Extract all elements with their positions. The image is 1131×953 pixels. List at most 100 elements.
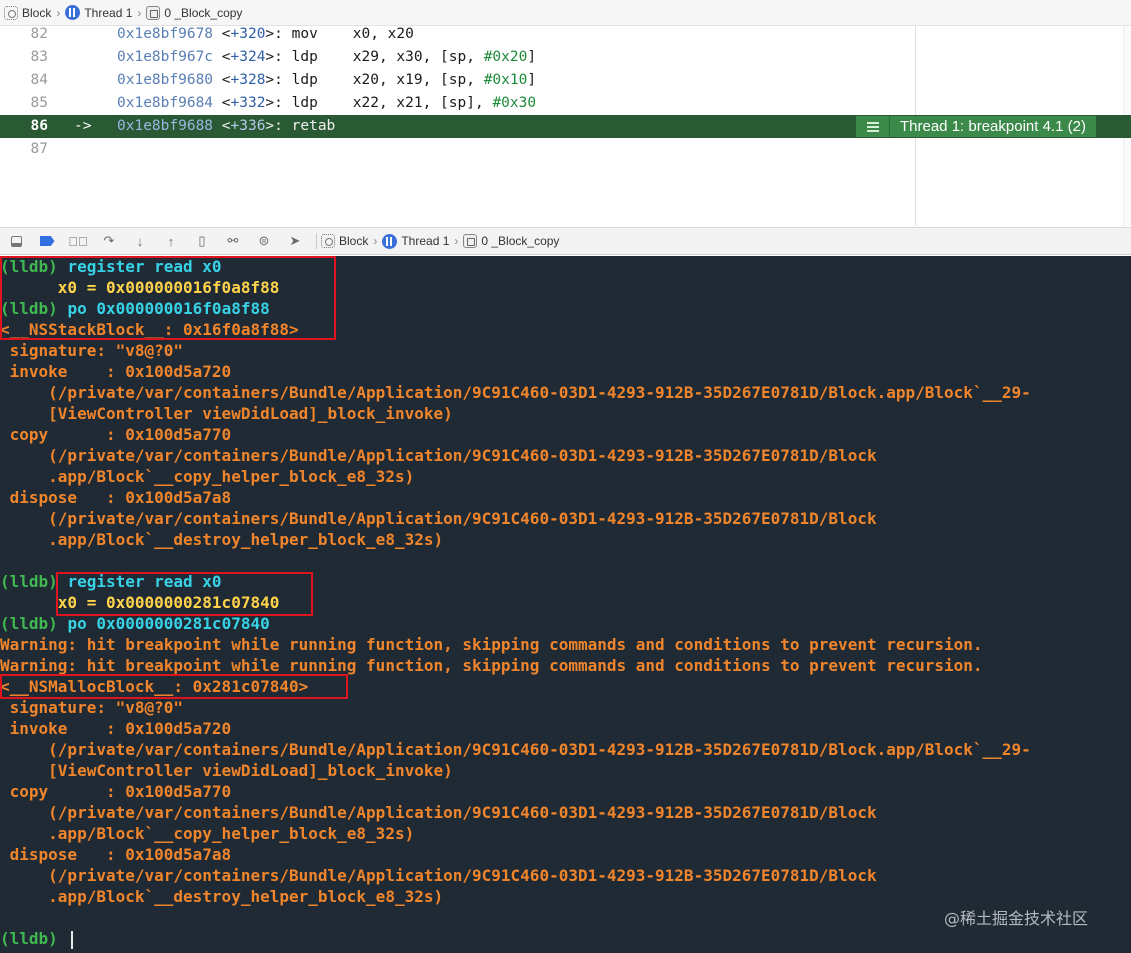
console-output-line: (/private/var/containers/Bundle/Applicat…	[0, 802, 877, 823]
console-output-line: copy : 0x100d5a770	[0, 424, 232, 445]
console-output-line: .app/Block`__copy_helper_block_e8_32s)	[0, 466, 414, 487]
location-icon: ➤	[289, 233, 301, 248]
instruction-line[interactable]: 85 0x1e8bf9684 <+332>: ldp x22, x21, [sp]…	[0, 92, 1131, 115]
console-output-line: .app/Block`__destroy_helper_block_e8_32s…	[0, 886, 443, 907]
line-number[interactable]: 83	[0, 46, 48, 69]
highlight-box-malloc-block	[0, 674, 348, 699]
instruction-offset: +324	[230, 49, 266, 65]
immediate-value: #0x20	[483, 49, 528, 65]
operand-tail: ]	[527, 49, 537, 65]
debug-breadcrumb-thread-label: Thread 1	[401, 234, 450, 248]
step-out-icon: ↑	[167, 233, 175, 249]
view-hierarchy-button[interactable]: ▯	[192, 231, 212, 251]
watermark: @稀土掘金技术社区	[944, 909, 1089, 928]
line-number[interactable]: 85	[0, 92, 48, 115]
step-into-button[interactable]: ↓	[130, 231, 150, 251]
console-command: po 0x0000000281c07840	[67, 614, 270, 633]
console-output: dispose : 0x100d5a7a8	[0, 845, 232, 864]
console-output-line: [ViewController viewDidLoad]_block_invok…	[0, 403, 453, 424]
lldb-prompt: (lldb)	[0, 929, 58, 948]
hide-debug-area-button[interactable]	[6, 231, 26, 251]
console-output: copy : 0x100d5a770	[0, 782, 232, 801]
instruction-text: 0x1e8bf9678 <+320>: mov x0, x20	[117, 26, 414, 42]
console-output-line: invoke : 0x100d5a720	[0, 361, 232, 382]
console-output: signature: "v8@?0"	[0, 341, 184, 360]
breadcrumb-frame-label: 0 _Block_copy	[164, 5, 243, 20]
instruction-address: 0x1e8bf9680	[117, 72, 214, 88]
instruction-opcode: ldp	[291, 49, 318, 65]
console-output: .app/Block`__destroy_helper_block_e8_32s…	[0, 887, 444, 906]
breadcrumb-thread[interactable]: Thread 1	[65, 5, 132, 20]
debug-breadcrumb-thread[interactable]: Thread 1	[382, 233, 450, 249]
breakpoint-annotation[interactable]: Thread 1: breakpoint 4.1 (2)	[856, 115, 1096, 138]
debug-bar-separator	[316, 233, 317, 249]
instruction-opcode: ldp	[291, 72, 318, 88]
instruction-address: 0x1e8bf9678	[117, 26, 214, 42]
instruction-text: 0x1e8bf9688 <+336>: retab	[117, 118, 336, 134]
instruction-operands: x29, x30, [sp,	[352, 49, 484, 65]
step-out-button[interactable]: ↑	[161, 231, 181, 251]
memory-graph-icon: ⚯	[227, 233, 239, 248]
project-icon	[4, 5, 18, 20]
hide-panel-icon	[10, 235, 22, 247]
breadcrumb-frame[interactable]: 0 _Block_copy	[146, 5, 243, 20]
instruction-line[interactable]: 82 0x1e8bf9678 <+320>: mov x0, x20	[0, 23, 1131, 46]
console-output-line: .app/Block`__copy_helper_block_e8_32s)	[0, 823, 414, 844]
immediate-value: #0x30	[492, 95, 537, 111]
line-number[interactable]: 82	[0, 23, 48, 46]
console-output: [ViewController viewDidLoad]_block_invok…	[0, 761, 453, 780]
step-over-icon: ↷	[103, 233, 115, 248]
continue-button[interactable]: ▷⃒	[68, 231, 88, 251]
console-output: invoke : 0x100d5a720	[0, 362, 232, 381]
memory-graph-button[interactable]: ⚯	[223, 231, 243, 251]
breadcrumb-project[interactable]: Block	[4, 5, 51, 20]
instruction-offset: +328	[230, 72, 266, 88]
line-number[interactable]: 87	[0, 138, 48, 161]
step-into-icon: ↓	[136, 233, 144, 249]
line-number[interactable]: 84	[0, 69, 48, 92]
debug-breadcrumb-project-label: Block	[339, 234, 369, 248]
environment-overrides-button[interactable]: ⊜	[254, 231, 274, 251]
line-number[interactable]: 86	[0, 115, 48, 138]
lldb-console[interactable]: @稀土掘金技术社区 (lldb) register read x0 x0 = 0…	[0, 256, 1131, 953]
current-instruction-line[interactable]: 86 -> 0x1e8bf9688 <+336>: retab Thread 1: …	[0, 115, 1131, 138]
console-output: (/private/var/containers/Bundle/Applicat…	[0, 509, 877, 528]
instruction-line[interactable]: 87	[0, 138, 1131, 161]
chevron-right-icon: ›	[137, 5, 142, 20]
console-command-line: (lldb) po 0x0000000281c07840	[0, 613, 270, 634]
instruction-address: 0x1e8bf9688	[117, 118, 214, 134]
console-output: (/private/var/containers/Bundle/Applicat…	[0, 803, 877, 822]
instruction-line[interactable]: 83 0x1e8bf967c <+324>: ldp x29, x30, [sp,…	[0, 46, 1131, 69]
operand-tail: ]	[527, 72, 537, 88]
console-output-line: [ViewController viewDidLoad]_block_invok…	[0, 760, 453, 781]
chevron-right-icon: ›	[373, 234, 378, 248]
step-over-button[interactable]: ↷	[99, 231, 119, 251]
disassembly-editor[interactable]: 82 0x1e8bf9678 <+320>: mov x0, x20 83 0x1e8…	[0, 26, 1131, 226]
instruction-offset: +336	[230, 118, 266, 134]
text-cursor[interactable]	[71, 930, 74, 949]
toggle-breakpoints-button[interactable]	[37, 231, 57, 251]
console-output: .app/Block`__copy_helper_block_e8_32s)	[0, 467, 415, 486]
console-output-line: dispose : 0x100d5a7a8	[0, 487, 232, 508]
console-output-line: (/private/var/containers/Bundle/Applicat…	[0, 445, 876, 466]
console-output-line: (/private/var/containers/Bundle/Applicat…	[0, 508, 877, 529]
debug-breadcrumb-frame[interactable]: 0 _Block_copy	[463, 234, 559, 248]
instruction-text: 0x1e8bf9684 <+332>: ldp x22, x21, [sp], …	[117, 95, 537, 111]
debug-breadcrumb-frame-label: 0 _Block_copy	[481, 234, 560, 248]
console-output-line: signature: "v8@?0"	[0, 340, 183, 361]
console-output: .app/Block`__destroy_helper_block_e8_32s…	[0, 530, 444, 549]
instruction-offset: +320	[230, 26, 266, 42]
console-output-line: .app/Block`__destroy_helper_block_e8_32s…	[0, 529, 443, 550]
environment-overrides-icon: ⊜	[258, 233, 270, 248]
chevron-right-icon: ›	[454, 234, 459, 248]
breakpoint-icon	[39, 236, 55, 246]
debug-breadcrumb-project[interactable]: Block	[321, 234, 368, 248]
instruction-operands: x22, x21, [sp],	[352, 95, 493, 111]
console-output-line: Warning: hit breakpoint while running fu…	[0, 655, 983, 676]
continue-icon: ▷⃒	[68, 233, 88, 249]
stack-frame-icon	[463, 234, 478, 248]
instruction-text: 0x1e8bf967c <+324>: ldp x29, x30, [sp, #…	[117, 49, 537, 65]
console-output: (/private/var/containers/Bundle/Applicat…	[0, 740, 1031, 759]
instruction-line[interactable]: 84 0x1e8bf9680 <+328>: ldp x20, x19, [sp,…	[0, 69, 1131, 92]
simulate-location-button[interactable]: ➤	[285, 231, 305, 251]
